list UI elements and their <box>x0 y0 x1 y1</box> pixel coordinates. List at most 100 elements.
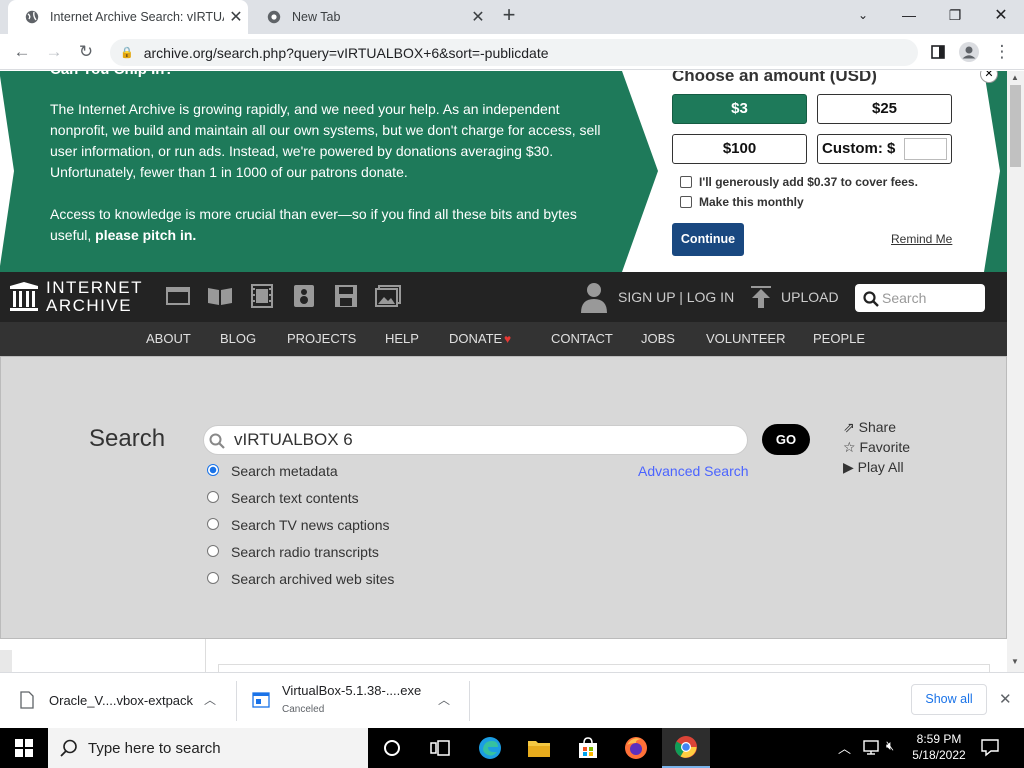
tab-title: Internet Archive Search: vIRTUAL <box>50 10 224 24</box>
search-icon <box>60 739 77 757</box>
radio-search-radio[interactable] <box>207 545 219 557</box>
clock-time: 8:59 PM <box>916 732 962 746</box>
search-heading: Search <box>89 425 166 452</box>
nav-jobs[interactable]: JOBS <box>641 322 675 356</box>
profile-avatar[interactable] <box>955 38 983 66</box>
close-window-button[interactable]: ✕ <box>978 0 1024 30</box>
upload-icon[interactable] <box>750 286 772 315</box>
texts-icon[interactable] <box>207 286 233 311</box>
upload-link[interactable]: UPLOAD <box>781 289 839 305</box>
file-icon <box>20 691 34 714</box>
windows-start-icon[interactable] <box>0 728 48 768</box>
minimize-button[interactable]: — <box>886 0 932 30</box>
store-icon[interactable] <box>564 728 612 768</box>
go-button[interactable]: GO <box>762 424 810 455</box>
forward-button[interactable]: → <box>40 38 68 66</box>
edge-icon[interactable] <box>466 728 514 768</box>
video-icon[interactable] <box>250 284 274 313</box>
radio-search-metadata[interactable] <box>207 464 219 476</box>
favorite-link[interactable]: ☆ Favorite <box>843 439 910 456</box>
tray-chevron-icon[interactable]: ︿ <box>838 738 851 757</box>
heart-icon: ♥ <box>504 332 512 346</box>
search-icon <box>209 433 225 449</box>
nav-donate[interactable]: DONATE <box>449 322 502 356</box>
page-scrollbar[interactable]: ▲ ▼ <box>1007 71 1024 672</box>
banner-paragraph-2: Access to knowledge is more crucial than… <box>50 206 577 243</box>
web-icon[interactable] <box>166 286 190 311</box>
continue-button[interactable]: Continue <box>672 223 744 256</box>
tab-search-icon[interactable]: ⌄ <box>840 0 886 30</box>
images-icon[interactable] <box>375 285 401 312</box>
share-icon: ⇗ <box>843 419 855 435</box>
cover-fees-checkbox[interactable] <box>680 176 692 188</box>
volume-muted-icon[interactable]: 🔇︎ <box>886 738 894 754</box>
nav-projects[interactable]: PROJECTS <box>287 322 356 356</box>
firefox-icon[interactable] <box>612 728 660 768</box>
amount-100-button[interactable]: $100 <box>672 134 807 164</box>
ia-logo-icon[interactable] <box>10 282 38 317</box>
label-search-radio: Search radio transcripts <box>231 544 379 560</box>
ia-search-box[interactable]: Search <box>855 284 985 312</box>
close-tab-icon[interactable]: ✕ <box>466 7 490 27</box>
download-item-2-name[interactable]: VirtualBox-5.1.38-....exe <box>282 683 421 698</box>
file-explorer-icon[interactable] <box>515 728 563 768</box>
radio-search-text[interactable] <box>207 491 219 503</box>
globe-icon <box>24 9 40 25</box>
advanced-search-link[interactable]: Advanced Search <box>638 463 749 479</box>
chevron-up-icon[interactable]: ︿ <box>204 691 216 708</box>
tab-internet-archive[interactable]: Internet Archive Search: vIRTUAL ✕ <box>8 0 248 34</box>
chevron-up-icon[interactable]: ︿ <box>438 691 450 708</box>
choose-amount-title: Choose an amount (USD) <box>672 71 877 85</box>
scrollbar-thumb[interactable] <box>1010 85 1021 167</box>
play-all-link[interactable]: ▶ Play All <box>843 459 904 476</box>
menu-dots-icon[interactable]: ⋮ <box>988 38 1016 66</box>
tab-new-tab[interactable]: New Tab ✕ <box>250 0 490 34</box>
restore-button[interactable]: ❐ <box>932 0 978 30</box>
taskbar-clock[interactable]: 8:59 PM 5/18/2022 <box>908 731 970 763</box>
play-icon: ▶ <box>843 459 854 475</box>
taskbar-search-box[interactable]: Type here to search <box>48 728 368 768</box>
download-item-2-status: Canceled <box>282 704 325 715</box>
nav-blog[interactable]: BLOG <box>220 322 256 356</box>
radio-search-tv[interactable] <box>207 518 219 530</box>
share-link[interactable]: ⇗ Share <box>843 419 896 436</box>
search-query-input[interactable]: vIRTUALBOX 6 <box>203 425 748 455</box>
notifications-icon[interactable] <box>980 737 1000 762</box>
custom-amount-input[interactable] <box>904 138 947 160</box>
task-view-icon[interactable] <box>416 728 464 768</box>
monthly-checkbox[interactable] <box>680 196 692 208</box>
amount-3-button[interactable]: $3 <box>672 94 807 124</box>
amount-25-button[interactable]: $25 <box>817 94 952 124</box>
nav-contact[interactable]: CONTACT <box>551 322 613 356</box>
software-icon[interactable] <box>334 284 358 313</box>
ia-secondary-nav: ABOUT BLOG PROJECTS HELP DONATE ♥ CONTAC… <box>0 322 1007 356</box>
back-button[interactable]: ← <box>8 38 36 66</box>
downloads-bar: Oracle_V....vbox-extpack ︿ VirtualBox-5.… <box>0 672 1024 728</box>
reload-button[interactable]: ↻ <box>72 38 100 66</box>
address-bar[interactable]: 🔒 archive.org/search.php?query=vIRTUALBO… <box>110 39 918 66</box>
close-tab-icon[interactable]: ✕ <box>224 7 248 27</box>
exe-file-icon <box>252 692 270 713</box>
side-panel-icon[interactable] <box>924 38 952 66</box>
scroll-down-arrow[interactable]: ▼ <box>1011 657 1019 666</box>
download-item-1-name[interactable]: Oracle_V....vbox-extpack <box>49 693 193 708</box>
audio-icon[interactable] <box>293 284 315 313</box>
nav-about[interactable]: ABOUT <box>146 322 191 356</box>
close-downloads-icon[interactable]: ✕ <box>999 690 1012 708</box>
donation-banner: Can You Chip In? The Internet Archive is… <box>0 71 1007 272</box>
signup-login-link[interactable]: SIGN UP | LOG IN <box>618 289 734 305</box>
network-icon[interactable] <box>862 738 880 761</box>
nav-volunteer[interactable]: VOLUNTEER <box>706 322 785 356</box>
show-all-button[interactable]: Show all <box>911 684 987 715</box>
new-tab-button[interactable]: + <box>497 4 521 28</box>
label-search-text: Search text contents <box>231 490 359 506</box>
nav-help[interactable]: HELP <box>385 322 419 356</box>
nav-people[interactable]: PEOPLE <box>813 322 865 356</box>
user-icon[interactable] <box>580 281 608 318</box>
radio-search-web[interactable] <box>207 572 219 584</box>
ia-logo-text[interactable]: INTERNET ARCHIVE <box>46 279 143 315</box>
scroll-up-arrow[interactable]: ▲ <box>1011 73 1019 82</box>
cortana-icon[interactable] <box>368 728 416 768</box>
chrome-taskbar-icon[interactable] <box>662 728 710 768</box>
remind-me-link[interactable]: Remind Me <box>891 232 952 246</box>
